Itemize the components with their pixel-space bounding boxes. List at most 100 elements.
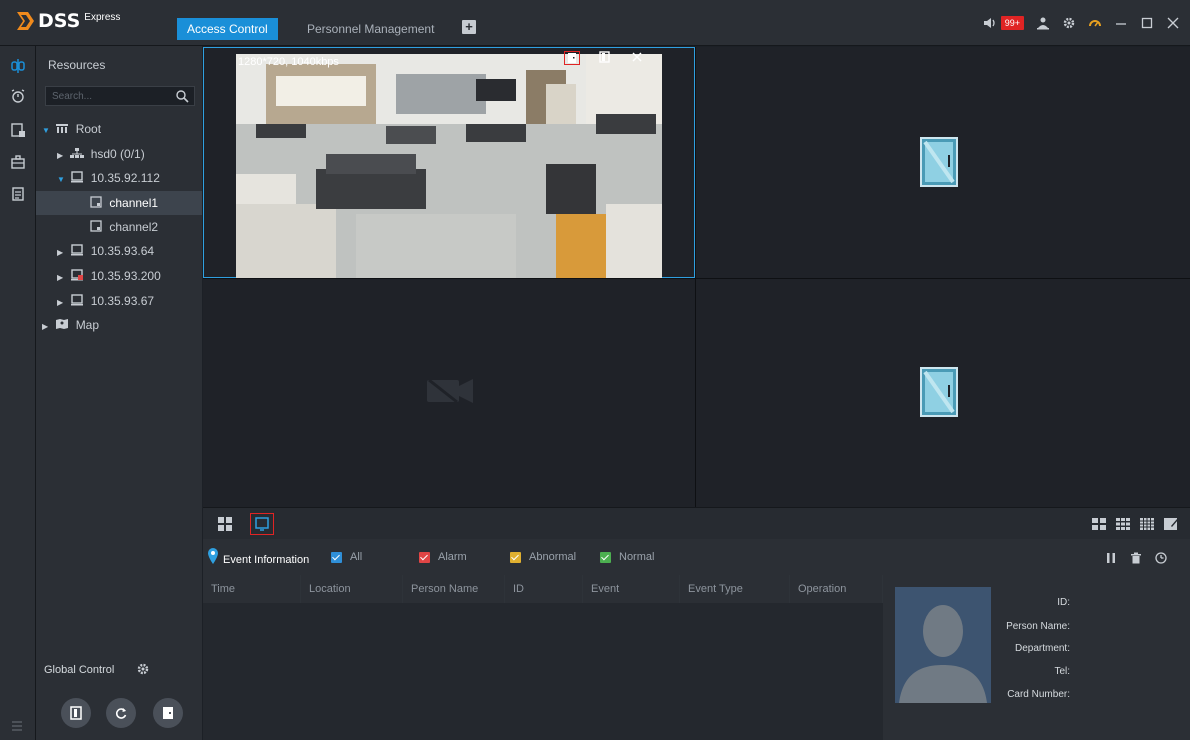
map-icon <box>55 314 69 329</box>
filter-label: Alarm <box>438 551 467 563</box>
tree-label: Map <box>75 318 100 332</box>
person-info-panel: ID: Person Name: Department: Tel: Card N… <box>883 575 1190 740</box>
close-icon[interactable] <box>1166 16 1180 30</box>
tree-item-channel2[interactable]: channel2 <box>89 215 158 239</box>
window-controls: 99+ <box>983 16 1180 30</box>
event-panel-toggle-icon[interactable] <box>250 513 274 535</box>
layout-9-icon[interactable] <box>1115 516 1131 532</box>
location-pin-icon <box>207 547 219 565</box>
pause-icon[interactable] <box>1105 552 1117 564</box>
tree-item-device-10-35-93-200[interactable]: ▶ 10.35.93.200 <box>57 264 161 288</box>
brand-name: DSS <box>38 10 81 32</box>
filter-alarm-checkbox[interactable]: Alarm <box>419 551 467 563</box>
tree-item-channel1[interactable]: channel1 <box>89 191 158 215</box>
video-window-4[interactable] <box>696 279 1190 507</box>
performance-gauge-icon[interactable] <box>1088 16 1102 30</box>
video-grid: 1280*720, 1040kbps <box>203 47 1190 507</box>
filter-normal-checkbox[interactable]: Normal <box>600 551 654 563</box>
search-box <box>45 86 195 106</box>
door-closed-icon <box>920 367 958 417</box>
grid-layout-icon[interactable] <box>217 516 233 532</box>
column-header-operation[interactable]: Operation <box>790 575 883 603</box>
video-window-2[interactable] <box>696 47 1190 278</box>
tab-personnel-management[interactable]: Personnel Management <box>297 18 444 40</box>
expand-arrow-icon[interactable]: ▶ <box>57 266 67 290</box>
maximize-icon[interactable] <box>1140 16 1154 30</box>
column-header-event[interactable]: Event <box>583 575 680 603</box>
tree-label: 10.35.93.67 <box>90 294 155 308</box>
live-video[interactable] <box>236 54 662 278</box>
nav-rail <box>0 46 36 740</box>
resources-icon[interactable] <box>10 58 26 74</box>
event-info-header: Event Information All Alarm Abnormal Nor… <box>203 539 1190 575</box>
panel-title: Resources <box>48 58 106 72</box>
tree-item-device-10-35-92-112[interactable]: ▼ 10.35.92.112 <box>57 166 160 190</box>
filter-label: Normal <box>619 551 655 563</box>
expand-arrow-icon[interactable]: ▶ <box>57 241 67 265</box>
filter-all-checkbox[interactable]: All <box>331 551 362 563</box>
search-icon[interactable] <box>175 89 189 103</box>
column-header-time[interactable]: Time <box>203 575 301 603</box>
event-info-title: Event Information <box>223 554 310 566</box>
close-all-doors-button[interactable] <box>153 698 183 728</box>
briefcase-icon[interactable] <box>10 154 26 170</box>
tree-item-device-10-35-93-64[interactable]: ▶ 10.35.93.64 <box>57 239 154 263</box>
global-control-label: Global Control <box>44 664 115 676</box>
filter-abnormal-checkbox[interactable]: Abnormal <box>510 551 576 563</box>
add-tab-icon[interactable]: + <box>462 20 476 34</box>
tree-label: Root <box>75 122 102 136</box>
search-input[interactable] <box>46 87 166 105</box>
tree-item-device-10-35-93-67[interactable]: ▶ 10.35.93.67 <box>57 289 154 313</box>
column-header-id[interactable]: ID <box>505 575 583 603</box>
expand-arrow-icon[interactable]: ▶ <box>57 291 67 315</box>
tree-item-hsd0[interactable]: ▶ hsd0 (0/1) <box>57 142 145 166</box>
history-clock-icon[interactable] <box>1155 552 1167 564</box>
collapse-panel-icon[interactable] <box>10 718 24 732</box>
trash-icon[interactable] <box>1130 552 1142 564</box>
person-field-id: ID: <box>1057 597 1070 608</box>
device-offline-icon <box>70 265 84 281</box>
expand-arrow-icon[interactable]: ▼ <box>42 119 52 143</box>
tab-access-control[interactable]: Access Control <box>177 18 278 40</box>
logo: DSS Express <box>14 10 120 32</box>
settings-gear-icon[interactable] <box>1062 16 1076 30</box>
gear-icon[interactable] <box>136 662 150 676</box>
custom-layout-icon[interactable] <box>1163 516 1179 532</box>
alarm-clock-icon[interactable] <box>10 88 26 104</box>
channel-icon <box>89 192 103 208</box>
expand-arrow-icon[interactable]: ▶ <box>57 144 67 168</box>
column-header-location[interactable]: Location <box>301 575 403 603</box>
checkbox-checked-icon <box>510 551 521 563</box>
tree-item-root[interactable]: ▼ Root <box>42 117 101 141</box>
door-control-icon[interactable] <box>564 51 580 65</box>
layout-4-icon[interactable] <box>1091 516 1107 532</box>
video-window-1[interactable]: 1280*720, 1040kbps <box>203 47 695 278</box>
logo-icon <box>14 10 36 32</box>
org-icon <box>55 118 69 133</box>
door-closed-icon <box>920 137 958 187</box>
device-icon <box>70 240 84 256</box>
user-icon[interactable] <box>1036 16 1050 30</box>
person-silhouette-icon <box>895 587 991 703</box>
open-all-doors-button[interactable] <box>61 698 91 728</box>
speaker-icon[interactable] <box>983 16 997 30</box>
door-open-icon[interactable] <box>598 51 614 65</box>
expand-arrow-icon[interactable]: ▼ <box>57 168 67 192</box>
minimize-icon[interactable] <box>1114 16 1128 30</box>
close-video-icon[interactable] <box>630 51 646 65</box>
top-bar: DSS Express Access Control Personnel Man… <box>0 0 1190 46</box>
door-closed-icon <box>163 707 173 719</box>
alarm-badge[interactable]: 99+ <box>1000 16 1024 30</box>
refresh-icon <box>115 708 127 719</box>
tree-item-map[interactable]: ▶ Map <box>42 313 99 337</box>
log-list-icon[interactable] <box>10 186 26 202</box>
column-header-person-name[interactable]: Person Name <box>403 575 505 603</box>
view-toolbar <box>203 507 1190 539</box>
video-window-3[interactable] <box>203 279 695 507</box>
tree-label: channel1 <box>109 196 159 210</box>
door-lock-icon[interactable] <box>10 122 26 138</box>
expand-arrow-icon[interactable]: ▶ <box>42 315 52 339</box>
column-header-event-type[interactable]: Event Type <box>680 575 790 603</box>
normal-mode-button[interactable] <box>106 698 136 728</box>
layout-16-icon[interactable] <box>1139 516 1155 532</box>
